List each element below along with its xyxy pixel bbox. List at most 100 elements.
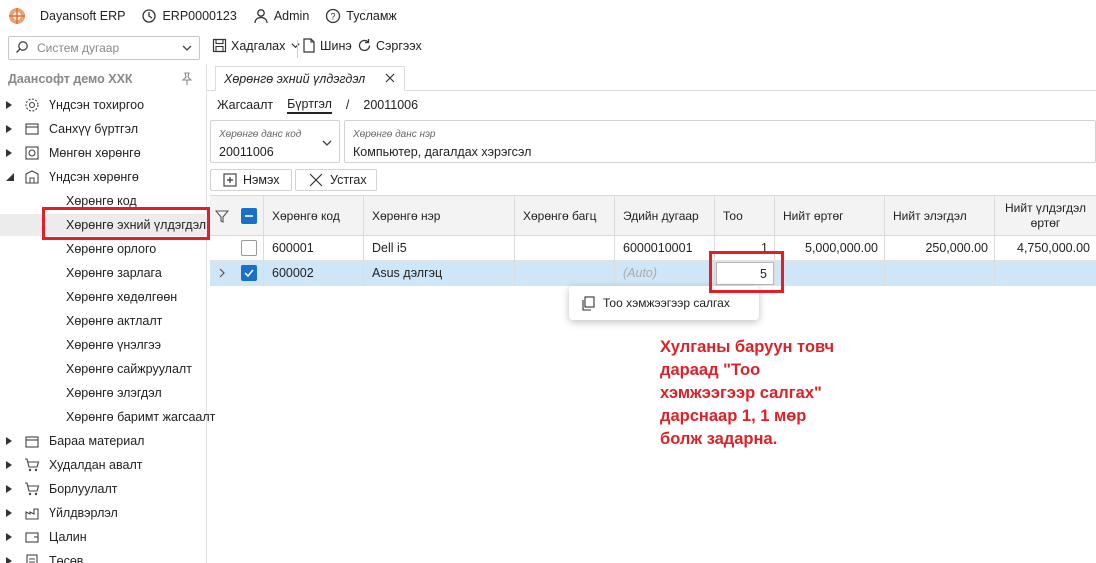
sidebar-child-asset-expense[interactable]: Хөрөнгө зарлага bbox=[0, 262, 207, 284]
tab-asset-opening-balance[interactable]: Хөрөнгө эхний үлдэгдэл bbox=[215, 66, 405, 91]
help-icon: ? bbox=[325, 8, 341, 24]
sidebar-item-cash[interactable]: Мөнгөн хөрөнгө bbox=[0, 142, 207, 164]
expand-caret-icon[interactable] bbox=[6, 149, 14, 157]
col-quantity[interactable]: Тоо bbox=[715, 196, 775, 235]
sidebar-child-asset-income[interactable]: Хөрөнгө орлого bbox=[0, 238, 207, 260]
account-name-field[interactable]: Хөрөнгө данс нэр Компьютер, дагалдах хэр… bbox=[344, 120, 1096, 163]
new-button[interactable]: Шинэ bbox=[302, 38, 352, 53]
cell-total-residual[interactable] bbox=[995, 261, 1096, 285]
sidebar-item-salary[interactable]: Цалин bbox=[0, 526, 207, 548]
expand-caret-icon[interactable] bbox=[6, 485, 14, 493]
expand-caret-icon[interactable] bbox=[6, 461, 14, 469]
col-serial-number[interactable]: Эдийн дугаар bbox=[615, 196, 715, 235]
col-total-depreciation[interactable]: Нийт элэгдэл bbox=[885, 196, 995, 235]
breadcrumb-register[interactable]: Бүртгэл bbox=[287, 97, 332, 114]
table-row[interactable]: 600001 Dell i5 6000010001 1 5,000,000.00… bbox=[210, 236, 1096, 261]
cart-icon bbox=[24, 457, 42, 473]
close-icon[interactable] bbox=[384, 72, 396, 87]
expand-caret-icon[interactable] bbox=[6, 533, 14, 541]
chevron-down-icon[interactable] bbox=[181, 42, 193, 57]
ledger-icon bbox=[24, 121, 42, 137]
sidebar-child-asset-opening-balance[interactable]: Хөрөнгө эхний үлдэгдэл bbox=[0, 214, 207, 236]
cell-serial-number[interactable]: 6000010001 bbox=[615, 236, 715, 260]
cell-asset-group[interactable] bbox=[515, 261, 615, 285]
cell-asset-name[interactable]: Dell i5 bbox=[364, 236, 515, 260]
chevron-down-icon[interactable] bbox=[321, 137, 333, 152]
add-row-button[interactable]: Нэмэх bbox=[210, 169, 292, 191]
save-icon bbox=[212, 38, 227, 53]
svg-text:?: ? bbox=[331, 12, 336, 22]
delete-row-button[interactable]: Устгах bbox=[295, 169, 377, 191]
refresh-button[interactable]: Сэргээх bbox=[357, 38, 422, 53]
col-asset-name[interactable]: Хөрөнгө нэр bbox=[364, 196, 515, 235]
context-menu-split-by-quantity[interactable]: Тоо хэмжээгээр салгах bbox=[569, 286, 759, 320]
cell-asset-group[interactable] bbox=[515, 236, 615, 260]
col-total-residual-cost[interactable]: Нийт үлдэгдэл өртөг bbox=[995, 196, 1096, 235]
expand-caret-icon[interactable] bbox=[6, 101, 14, 109]
cell-asset-name[interactable]: Asus дэлгэц bbox=[364, 261, 515, 285]
title-bar: Dayansoft ERP ERP0000123 Admin ? Тусламж bbox=[0, 0, 1096, 32]
save-dropdown-chevron-icon[interactable] bbox=[290, 40, 301, 51]
sidebar-item-basic-settings[interactable]: Үндсэн тохиргоо bbox=[0, 94, 207, 116]
sidebar-child-asset-movement[interactable]: Хөрөнгө хөдөлгөөн bbox=[0, 286, 207, 308]
select-all-checkbox[interactable] bbox=[234, 196, 264, 235]
breadcrumb-list[interactable]: Жагсаалт bbox=[217, 98, 273, 112]
col-asset-group[interactable]: Хөрөнгө багц bbox=[515, 196, 615, 235]
sidebar-item-purchase[interactable]: Худалдан авалт bbox=[0, 454, 207, 476]
table-row-selected[interactable]: 600002 Asus дэлгэц (Auto) bbox=[210, 261, 1096, 286]
cash-icon bbox=[24, 145, 42, 161]
sidebar-item-finance[interactable]: Санхүү бүртгэл bbox=[0, 118, 207, 140]
sidebar-item-inventory[interactable]: Бараа материал bbox=[0, 430, 207, 452]
expand-caret-icon[interactable] bbox=[6, 509, 14, 517]
row-pointer-chevron-icon bbox=[210, 261, 234, 285]
breadcrumb: Жагсаалт Бүртгэл / 20011006 bbox=[217, 96, 432, 114]
cell-total-residual[interactable]: 4,750,000.00 bbox=[995, 236, 1096, 260]
sidebar-child-asset-valuation[interactable]: Хөрөнгө үнэлгээ bbox=[0, 334, 207, 356]
tab-strip: Хөрөнгө эхний үлдэгдэл bbox=[207, 64, 1096, 91]
col-total-cost[interactable]: Нийт өртөг bbox=[775, 196, 885, 235]
sidebar-item-fixed-assets[interactable]: Үндсэн хөрөнгө bbox=[0, 166, 207, 188]
collapse-caret-icon[interactable] bbox=[6, 173, 14, 181]
cell-total-cost[interactable]: 5,000,000.00 bbox=[775, 236, 885, 260]
col-asset-code[interactable]: Хөрөнгө код bbox=[264, 196, 364, 235]
pin-icon[interactable] bbox=[181, 72, 193, 89]
cell-total-depreciation[interactable]: 250,000.00 bbox=[885, 236, 995, 260]
cell-total-cost[interactable] bbox=[775, 261, 885, 285]
context-menu: Тоо хэмжээгээр салгах bbox=[569, 286, 759, 320]
account-code-field[interactable]: Хөрөнгө данс код 20011006 bbox=[210, 120, 340, 163]
sidebar-child-asset-document-list[interactable]: Хөрөнгө баримт жагсаалт bbox=[0, 406, 215, 428]
database-icon bbox=[141, 8, 157, 24]
quantity-edit-input[interactable]: 5 bbox=[716, 262, 774, 285]
row-checkbox[interactable] bbox=[234, 236, 264, 260]
app-name: Dayansoft ERP bbox=[40, 9, 126, 23]
db-selector[interactable]: ERP0000123 bbox=[141, 8, 237, 24]
expand-caret-icon[interactable] bbox=[6, 437, 14, 445]
save-button[interactable]: Хадгалах bbox=[212, 38, 301, 53]
help-button[interactable]: ? Тусламж bbox=[325, 8, 397, 24]
sidebar-child-asset-code[interactable]: Хөрөнгө код bbox=[0, 190, 207, 212]
sidebar-item-sales[interactable]: Борлуулалт bbox=[0, 478, 207, 500]
sidebar-item-production[interactable]: Үйлдвэрлэл bbox=[0, 502, 207, 524]
cart-icon bbox=[24, 481, 42, 497]
expand-caret-icon[interactable] bbox=[6, 557, 14, 563]
user-menu[interactable]: Admin bbox=[253, 8, 309, 24]
building-icon bbox=[24, 169, 42, 185]
sidebar-child-asset-improvement[interactable]: Хөрөнгө сайжруулалт bbox=[0, 358, 207, 380]
cell-asset-code[interactable]: 600002 bbox=[264, 261, 364, 285]
checkbox-empty-icon bbox=[240, 240, 257, 256]
sidebar-item-budget[interactable]: Төсөв bbox=[0, 550, 207, 563]
sidebar-child-asset-writeoff[interactable]: Хөрөнгө актлалт bbox=[0, 310, 207, 332]
expand-caret-icon[interactable] bbox=[6, 125, 14, 133]
filter-icon[interactable] bbox=[210, 196, 234, 235]
cell-asset-code[interactable]: 600001 bbox=[264, 236, 364, 260]
sidebar-child-asset-depreciation[interactable]: Хөрөнгө элэгдэл bbox=[0, 382, 207, 404]
row-checkbox[interactable] bbox=[234, 261, 264, 285]
asset-grid: Хөрөнгө код Хөрөнгө нэр Хөрөнгө багц Эди… bbox=[210, 195, 1096, 286]
cell-total-depreciation[interactable] bbox=[885, 261, 995, 285]
cell-quantity[interactable]: 1 bbox=[715, 236, 775, 260]
system-number-search[interactable] bbox=[8, 36, 200, 60]
cell-serial-number[interactable]: (Auto) bbox=[615, 261, 715, 285]
toolbar-separator bbox=[297, 40, 298, 58]
search-input[interactable] bbox=[37, 41, 177, 55]
toolbar: Хадгалах Шинэ Сэргээх bbox=[0, 36, 1096, 62]
